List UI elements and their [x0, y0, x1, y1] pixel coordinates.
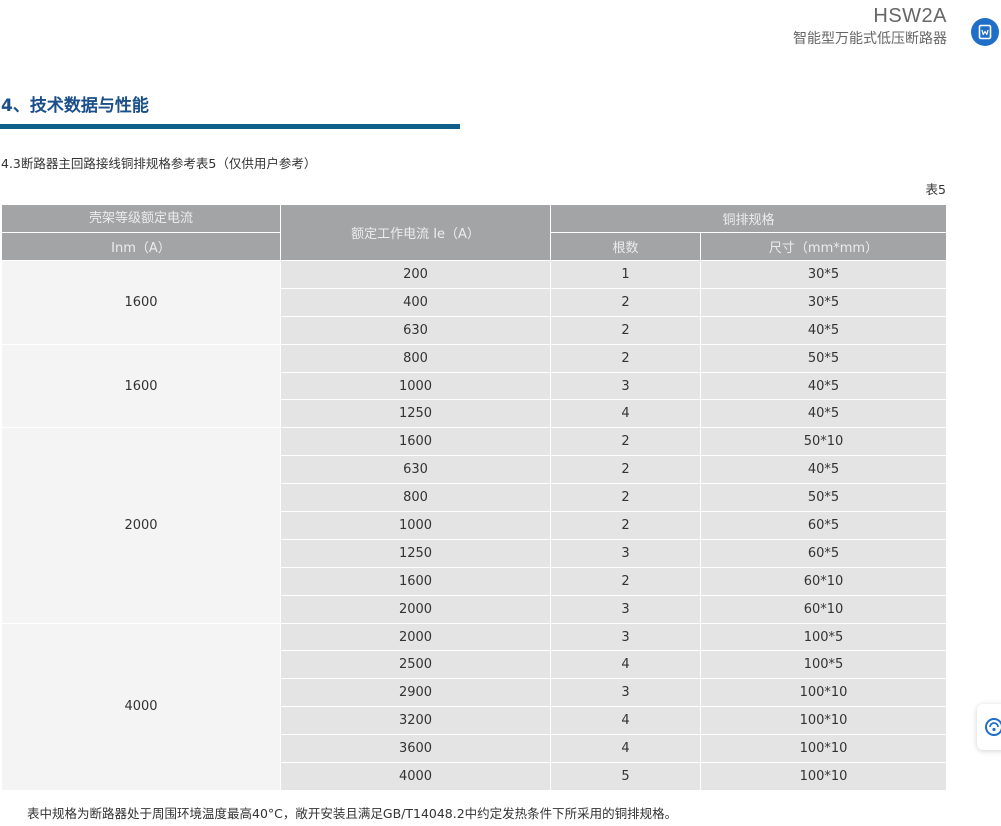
- product-name: 智能型万能式低压断路器: [793, 31, 947, 47]
- busbar-count-cell: 2: [550, 455, 701, 485]
- document-icon: [978, 24, 992, 40]
- busbar-size-cell: 40*5: [699, 371, 948, 401]
- rated-current-cell: 630: [280, 315, 551, 345]
- rated-current-cell: 2000: [280, 622, 551, 652]
- busbar-size-cell: 100*5: [699, 622, 948, 652]
- busbar-count-cell: 3: [550, 594, 701, 624]
- product-model: HSW2A: [873, 5, 947, 27]
- busbar-count-cell: 4: [550, 650, 701, 680]
- rated-current-cell: 1250: [280, 538, 551, 568]
- frame-current-cell: 4000: [1, 622, 281, 791]
- table-row: 4000 2000 3 100*5: [1, 622, 948, 791]
- rated-current-cell: 1600: [280, 427, 551, 457]
- frame-current-cell: 1600: [1, 260, 281, 345]
- frame-current-cell: 2000: [1, 427, 281, 624]
- header-busbar-spec: 铜排规格: [549, 204, 948, 233]
- busbar-size-cell: 30*5: [699, 287, 948, 317]
- rated-current-cell: 2000: [280, 594, 551, 624]
- header-frame-current-line1: 壳架等级额定电流: [88, 210, 193, 226]
- busbar-count-cell: 5: [550, 762, 701, 791]
- document-button[interactable]: [971, 18, 999, 46]
- rated-current-cell: 400: [280, 287, 551, 317]
- table-footnote: 表中规格为断路器处于周围环境温度最高40°C，敞开安装且满足GB/T14048.…: [27, 806, 678, 821]
- busbar-size-cell: 30*5: [699, 260, 948, 289]
- busbar-size-cell: 100*10: [699, 762, 948, 791]
- rated-current-cell: 2500: [280, 650, 551, 680]
- table-number-label: 表5: [925, 182, 946, 197]
- rated-current-cell: 1000: [280, 371, 551, 401]
- busbar-count-cell: 4: [550, 706, 701, 736]
- header-frame-current: 壳架等级额定电流: [1, 204, 281, 233]
- busbar-size-cell: 100*10: [699, 734, 948, 764]
- busbar-size-cell: 60*10: [699, 566, 948, 596]
- table-body: 1600 200 1 30*5 400 2 30*5 630 2 40*5 1600 800 2 50*5…: [1, 260, 948, 791]
- rated-current-cell: 630: [280, 455, 551, 485]
- busbar-count-cell: 1: [550, 260, 701, 289]
- table-row: 1600 800 2 50*5: [1, 343, 948, 429]
- busbar-count-cell: 3: [550, 538, 701, 568]
- header-frame-current-unit: Inm（A）: [1, 232, 281, 261]
- rated-current-cell: 1000: [280, 511, 551, 540]
- busbar-count-cell: 2: [550, 315, 701, 345]
- table-row: 1600 200 1 30*5: [1, 260, 948, 345]
- busbar-size-cell: 60*10: [699, 594, 948, 624]
- rated-current-cell: 200: [280, 260, 551, 289]
- header-size: 尺寸（mm*mm）: [699, 232, 948, 261]
- rated-current-cell: 800: [280, 483, 551, 513]
- busbar-count-cell: 4: [550, 734, 701, 764]
- busbar-count-cell: 3: [550, 678, 701, 708]
- busbar-size-cell: 40*5: [699, 455, 948, 485]
- rated-current-cell: 2900: [280, 678, 551, 708]
- customer-service-icon: [985, 718, 1001, 736]
- busbar-count-cell: 2: [550, 427, 701, 457]
- table-row: 2000 1600 2 50*10: [1, 427, 948, 624]
- rated-current-cell: 3600: [280, 734, 551, 764]
- busbar-count-cell: 2: [550, 566, 701, 596]
- rated-current-cell: 1600: [280, 566, 551, 596]
- header-count: 根数: [550, 232, 701, 261]
- busbar-size-cell: 60*5: [699, 538, 948, 568]
- busbar-count-cell: 2: [550, 511, 701, 540]
- section-title: 4、技术数据与性能: [1, 96, 149, 116]
- busbar-count-cell: 3: [550, 622, 701, 652]
- busbar-size-cell: 50*5: [699, 483, 948, 513]
- page-header: HSW2A 智能型万能式低压断路器: [793, 4, 947, 49]
- busbar-count-cell: 4: [550, 399, 701, 429]
- rated-current-cell: 1250: [280, 399, 551, 429]
- rated-current-cell: 4000: [280, 762, 551, 791]
- frame-current-cell: 1600: [1, 343, 281, 429]
- busbar-spec-table: 壳架等级额定电流 额定工作电流 Ie（A） 铜排规格 Inm（A） 根数 尺寸（…: [1, 204, 948, 791]
- busbar-count-cell: 2: [550, 287, 701, 317]
- header-rated-current: 额定工作电流 Ie（A）: [280, 204, 551, 261]
- busbar-size-cell: 40*5: [699, 315, 948, 345]
- busbar-count-cell: 2: [550, 483, 701, 513]
- busbar-size-cell: 100*10: [699, 706, 948, 736]
- busbar-size-cell: 50*10: [699, 427, 948, 457]
- section-divider: [0, 124, 460, 129]
- busbar-size-cell: 100*5: [699, 650, 948, 680]
- rated-current-cell: 3200: [280, 706, 551, 736]
- busbar-size-cell: 40*5: [699, 399, 948, 429]
- busbar-size-cell: 100*10: [699, 678, 948, 708]
- busbar-size-cell: 60*5: [699, 511, 948, 540]
- side-service-button[interactable]: [977, 704, 1001, 750]
- busbar-count-cell: 2: [550, 343, 701, 373]
- busbar-size-cell: 50*5: [699, 343, 948, 373]
- rated-current-cell: 800: [280, 343, 551, 373]
- table-caption: 4.3断路器主回路接线铜排规格参考表5（仅供用户参考）: [1, 156, 317, 171]
- busbar-count-cell: 3: [550, 371, 701, 401]
